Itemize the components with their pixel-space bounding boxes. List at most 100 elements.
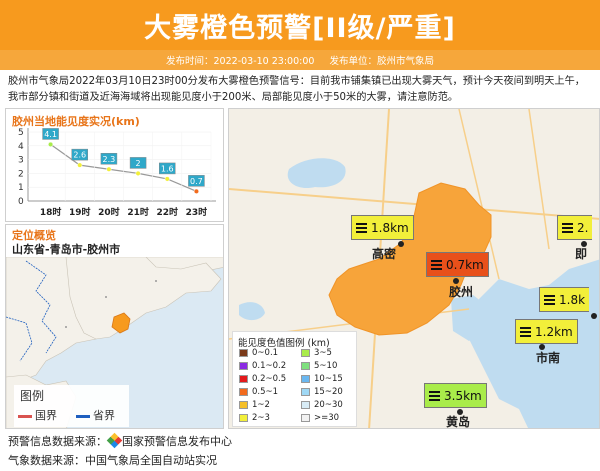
legend-label: 3~5 <box>314 348 332 358</box>
legend-swatch <box>239 362 248 370</box>
legend-item: 0.1~0.2 <box>239 361 286 371</box>
legend-province-border: 省界 <box>76 407 115 423</box>
x-tick-label: 18时 <box>40 206 62 218</box>
point-label: 4.1 <box>44 130 57 139</box>
overview-legend: 图例 国界 省界 <box>14 385 129 427</box>
legend-label: 2~3 <box>252 413 270 423</box>
weather-bars-icon <box>544 293 555 307</box>
legend-item: 5~10 <box>301 361 337 371</box>
weather-bars-icon <box>356 221 367 235</box>
visibility-map[interactable]: 1.8km 高密 0.7km 胶州 2. 即 1.8k 1.2km 市南 3.5… <box>228 108 600 429</box>
x-tick-label: 22时 <box>156 206 178 218</box>
warning-center-logo-icon <box>106 432 123 449</box>
weather-source: 气象数据来源：中国气象局全国自动站实况 <box>8 454 217 467</box>
visibility-label-jimo[interactable]: 2. <box>557 215 593 240</box>
visibility-label-huangdao[interactable]: 3.5km <box>424 383 487 408</box>
legend-swatch <box>301 414 310 422</box>
legend-swatch <box>239 401 248 409</box>
legend-label: 0.1~0.2 <box>252 361 287 371</box>
legend-item: 1~2 <box>239 400 270 410</box>
location-header: 定位概览 山东省-青岛市-胶州市 <box>6 225 223 257</box>
publish-unit: 发布单位：胶州市气象局 <box>329 56 434 67</box>
visibility-chart-panel: 胶州当地能见度实况(km) 0 1 2 3 4 5 4.1 18时 2.6 19时 2.3 20时 2 2… <box>5 108 224 222</box>
y-tick-label: 2 <box>18 169 24 179</box>
warning-source: 预警信息数据来源： 国家预警信息发布中心 <box>8 432 232 449</box>
legend-label: 0.5~1 <box>252 387 279 397</box>
legend-item: 0.5~1 <box>239 387 278 397</box>
y-tick-label: 1 <box>18 183 24 193</box>
visibility-label-shinan[interactable]: 1.2km <box>515 319 578 344</box>
legend-national-border: 国界 <box>18 407 57 423</box>
publish-time: 发布时间：2022-03-10 23:00:00 <box>166 56 315 67</box>
legend-swatch <box>239 349 248 357</box>
legend-item: 10~15 <box>301 374 343 384</box>
x-tick-label: 20时 <box>98 206 120 218</box>
point-label: 2.3 <box>103 155 116 164</box>
legend-swatch <box>239 414 248 422</box>
marker-gaomi <box>398 241 404 247</box>
y-tick-label: 3 <box>18 156 24 166</box>
overview-legend-title: 图例 <box>20 389 45 403</box>
data-point <box>77 162 83 168</box>
weather-bars-icon <box>520 325 531 339</box>
visibility-legend-title: 能见度色值图例 (km) <box>238 338 330 349</box>
point-label: 2 <box>136 159 141 168</box>
city-jiaozhou: 胶州 <box>449 285 474 299</box>
data-point <box>193 188 199 194</box>
weather-bars-icon <box>562 221 573 235</box>
header-meta: 发布时间：2022-03-10 23:00:00 发布单位：胶州市气象局 <box>0 53 600 67</box>
weather-bars-icon <box>429 389 440 403</box>
y-tick-label: 4 <box>18 142 24 152</box>
y-tick-label: 5 <box>18 128 24 138</box>
legend-swatch <box>301 375 310 383</box>
point-label: 1.6 <box>161 164 174 173</box>
data-point <box>48 141 54 147</box>
legend-swatch <box>301 362 310 370</box>
visibility-chart: 0 1 2 3 4 5 4.1 18时 2.6 19时 2.3 20时 2 21时 1.6 22时 0.7 23时 <box>18 128 216 218</box>
legend-label: 5~10 <box>314 361 338 371</box>
visibility-label-jiaozhou[interactable]: 0.7km <box>426 252 489 277</box>
data-point <box>164 176 170 182</box>
national-border-line <box>18 414 32 418</box>
city-shinan: 市南 <box>536 351 561 365</box>
location-path: 山东省-青岛市-胶州市 <box>12 243 121 256</box>
data-point <box>106 166 112 172</box>
legend-item: 3~5 <box>301 348 332 358</box>
warning-header: 大雾橙色预警[II级/严重] 发布时间：2022-03-10 23:00:00 … <box>0 0 600 70</box>
city-gaomi: 高密 <box>372 247 397 261</box>
legend-item: 20~30 <box>301 400 343 410</box>
marker-laoshan <box>591 313 597 319</box>
point-label: 0.7 <box>190 177 203 186</box>
legend-item: 0.2~0.5 <box>239 374 286 384</box>
weather-bars-icon <box>431 258 442 272</box>
legend-label: 10~15 <box>314 374 343 384</box>
legend-swatch <box>301 388 310 396</box>
legend-label: >=30 <box>314 413 340 423</box>
legend-label: 1~2 <box>252 400 270 410</box>
legend-swatch <box>301 401 310 409</box>
legend-item: >=30 <box>301 413 339 423</box>
legend-swatch <box>301 349 310 357</box>
province-border-line <box>76 414 90 418</box>
legend-item: 0~0.1 <box>239 348 278 358</box>
legend-item: 15~20 <box>301 387 343 397</box>
visibility-color-legend: 能见度色值图例 (km) 0~0.1 3~5 0.1~0.2 5~10 0.2~0.5 1… <box>232 331 357 427</box>
x-tick-label: 19时 <box>69 206 91 218</box>
point-label: 2.6 <box>73 151 86 160</box>
city-huangdao: 黄岛 <box>446 415 471 429</box>
legend-label: 15~20 <box>314 387 343 397</box>
legend-swatch <box>239 375 248 383</box>
legend-label: 0.2~0.5 <box>252 374 287 384</box>
legend-item: 2~3 <box>239 413 270 423</box>
city-jimo: 即 <box>575 247 588 261</box>
warning-description: 胶州市气象局2022年03月10日23时00分发布大雾橙色预警信号：目前我市铺集… <box>8 76 585 103</box>
data-point <box>135 170 141 176</box>
legend-label: 0~0.1 <box>252 348 279 358</box>
visibility-label-laoshan[interactable]: 1.8k <box>539 287 590 312</box>
warning-source-link[interactable]: 国家预警信息发布中心 <box>122 435 232 448</box>
y-tick-label: 0 <box>18 197 24 207</box>
x-tick-label: 23时 <box>186 206 208 218</box>
x-tick-label: 21时 <box>127 206 149 218</box>
legend-label: 20~30 <box>314 400 343 410</box>
visibility-label-gaomi[interactable]: 1.8km <box>351 215 414 240</box>
